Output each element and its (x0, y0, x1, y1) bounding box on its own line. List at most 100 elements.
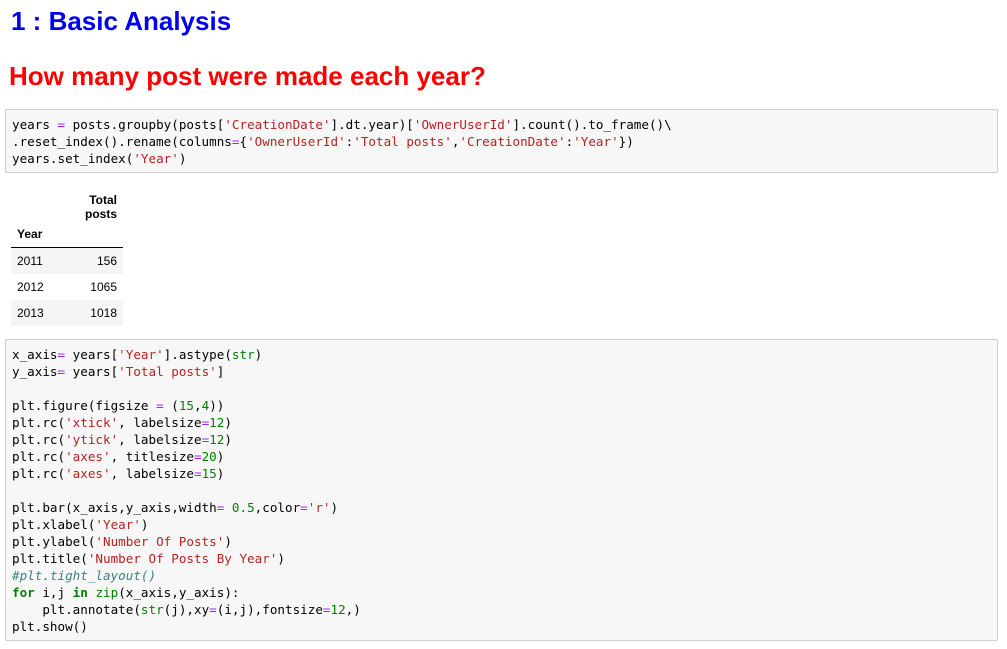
code-token: 'r' (307, 500, 331, 515)
table-row: 2012 1065 (11, 274, 123, 300)
code-token: 15 (201, 466, 217, 481)
code-token: , (194, 398, 202, 413)
code-token: 'axes' (65, 466, 111, 481)
code-line: plt.ylabel('Number Of Posts') (12, 534, 232, 549)
code-token: 'xtick' (65, 415, 119, 430)
row-value: 1018 (55, 300, 123, 326)
code-token: 'ytick' (65, 432, 119, 447)
code-token: , labelsize (110, 466, 194, 481)
code-cell-bar-chart[interactable]: x_axis= years['Year'].astype(str) y_axis… (5, 339, 998, 641)
code-token: plt.rc( (12, 466, 66, 481)
code-token: #plt.tight_layout() (12, 568, 157, 583)
code-token: = (209, 602, 217, 617)
code-token: str (231, 347, 255, 362)
row-index: 2013 (11, 300, 55, 326)
table-row: 2011 156 (11, 247, 123, 274)
dataframe-corner (11, 193, 55, 221)
question-heading: How many post were made each year? (9, 61, 486, 91)
code-token: ) (224, 534, 232, 549)
code-token: ) (224, 415, 232, 430)
code-token: in (72, 585, 88, 600)
table-row: 2013 1018 (11, 300, 123, 326)
code-line: plt.figure(figsize = (15,4)) (12, 398, 224, 413)
code-token: y_axis (12, 364, 58, 379)
code-token: years (12, 117, 58, 132)
code-line: plt.xlabel('Year') (12, 517, 149, 532)
section-heading: 1 : Basic Analysis (11, 6, 232, 36)
code-token: ,color (254, 500, 301, 515)
code-line: y_axis= years['Total posts'] (12, 364, 224, 379)
code-token: ) (224, 432, 232, 447)
code-line: years = posts.groupby(posts['CreationDat… (12, 117, 672, 132)
code-token: )) (209, 398, 225, 413)
code-token: (i,j),fontsize (216, 602, 323, 617)
code-token: , titlesize (110, 449, 194, 464)
index-name-year: Year (11, 221, 55, 248)
code-token: = (322, 602, 331, 617)
code-token: ) (216, 466, 225, 481)
code-token: 12 (209, 432, 225, 447)
code-token: plt.title( (12, 551, 88, 566)
code-token: 'Number Of Posts' (95, 534, 225, 549)
code-token: 12 (330, 602, 346, 617)
code-token: 'Number Of Posts By Year' (87, 551, 278, 566)
code-token: = (193, 466, 202, 481)
code-token: 15 (178, 398, 194, 413)
code-line: plt.title('Number Of Posts By Year') (12, 551, 285, 566)
code-token: .reset_index().rename(columns (12, 134, 232, 149)
code-token: 'Year' (118, 347, 164, 362)
code-line: plt.bar(x_axis,y_axis,width= 0.5,color='… (12, 500, 338, 515)
code-line: plt.show() (12, 619, 88, 634)
code-editor[interactable]: x_axis= years['Year'].astype(str) y_axis… (6, 340, 997, 641)
code-token: years[ (65, 347, 119, 362)
code-token: 'Total posts' (353, 134, 452, 149)
code-line: years.set_index('Year') (12, 151, 186, 166)
code-line: plt.rc('axes', titlesize=20) (12, 449, 224, 464)
code-token: (x_axis,y_axis): (118, 585, 240, 600)
code-token: ( (163, 398, 179, 413)
row-index: 2012 (17, 280, 44, 294)
code-token: 20 (201, 449, 217, 464)
code-token: 'Year' (573, 134, 619, 149)
row-value: 1065 (90, 280, 117, 294)
code-token: { (239, 134, 248, 149)
code-token: ) (140, 517, 149, 532)
code-token: = (57, 364, 66, 379)
code-token: zip (95, 585, 119, 600)
code-cell-groupby[interactable]: years = posts.groupby(posts['CreationDat… (5, 109, 998, 173)
code-token: }) (618, 134, 634, 149)
code-token: posts.groupby(posts[ (65, 117, 225, 132)
code-token: years.set_index( (12, 151, 134, 166)
code-token: 'Total posts' (118, 364, 217, 379)
code-token: = (300, 500, 308, 515)
code-editor[interactable]: years = posts.groupby(posts['CreationDat… (6, 110, 997, 173)
code-token: for (12, 585, 35, 600)
code-token: (j),xy (163, 602, 210, 617)
code-line: plt.rc('xtick', labelsize=12) (12, 415, 232, 430)
column-header-total-posts: Total posts (84, 193, 117, 221)
code-line: plt.rc('ytick', labelsize=12) (12, 432, 232, 447)
code-token: plt.rc( (12, 432, 66, 447)
code-token: str (140, 602, 164, 617)
code-token: ) (254, 347, 263, 362)
row-value: 156 (55, 247, 123, 274)
code-token: plt.show() (12, 619, 88, 634)
row-index: 2011 (11, 247, 55, 274)
code-token: , labelsize (118, 415, 202, 430)
code-token: 'Year' (95, 517, 141, 532)
code-token: = (193, 449, 202, 464)
code-token: ].dt.year)[ (330, 117, 414, 132)
code-line: #plt.tight_layout() (12, 568, 156, 583)
code-token: ,) (345, 602, 361, 617)
code-token: 'Year' (133, 151, 179, 166)
code-token: ) (216, 449, 225, 464)
code-token: 'OwnerUserId' (413, 117, 513, 132)
code-token: ] (216, 364, 225, 379)
code-token: 'CreationDate' (459, 134, 566, 149)
code-token: , labelsize (118, 432, 202, 447)
code-token: years[ (65, 364, 119, 379)
code-token: ) (330, 500, 339, 515)
code-token: x_axis (12, 347, 58, 362)
code-line: plt.rc('axes', labelsize=15) (12, 466, 224, 481)
